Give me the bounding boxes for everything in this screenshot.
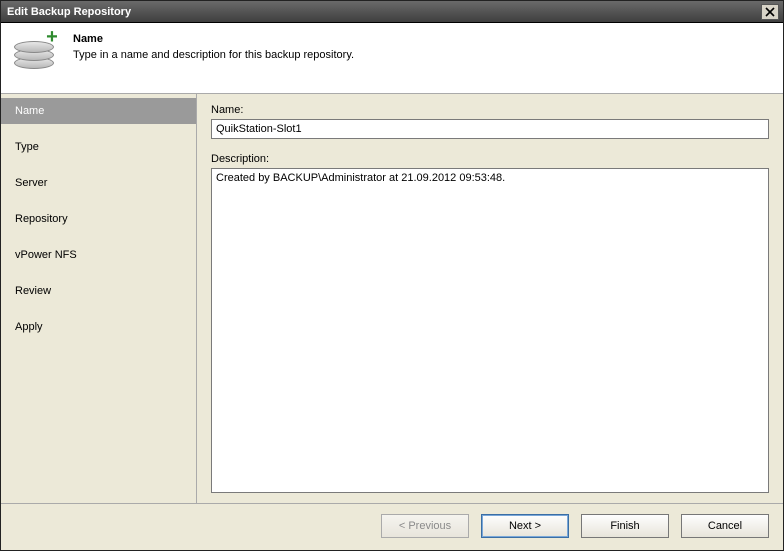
wizard-footer: < Previous Next > Finish Cancel [1,503,783,550]
description-label: Description: [211,153,769,165]
sidebar-item-label: Apply [15,321,43,333]
sidebar-item-server[interactable]: Server [1,170,196,196]
sidebar-item-apply[interactable]: Apply [1,314,196,340]
sidebar-item-label: Review [15,285,51,297]
sidebar-item-label: Type [15,141,39,153]
sidebar-item-type[interactable]: Type [1,134,196,160]
wizard-body: Name Type Server Repository vPower NFS R… [1,94,783,503]
finish-button[interactable]: Finish [581,514,669,538]
name-label: Name: [211,104,769,116]
wizard-header: + Name Type in a name and description fo… [1,23,783,94]
wizard-main-panel: Name: Description: Created by BACKUP\Adm… [197,94,783,503]
description-textarea[interactable]: Created by BACKUP\Administrator at 21.09… [211,168,769,493]
sidebar-item-label: Server [15,177,47,189]
sidebar-item-vpower-nfs[interactable]: vPower NFS [1,242,196,268]
name-input[interactable] [211,119,769,139]
sidebar-item-label: vPower NFS [15,249,77,261]
cancel-button[interactable]: Cancel [681,514,769,538]
sidebar-item-review[interactable]: Review [1,278,196,304]
header-text: Name Type in a name and description for … [73,31,354,79]
close-button[interactable] [761,4,779,20]
wizard-steps-sidebar: Name Type Server Repository vPower NFS R… [1,94,197,503]
header-title: Name [73,33,354,45]
title-bar: Edit Backup Repository [1,1,783,23]
sidebar-item-repository[interactable]: Repository [1,206,196,232]
sidebar-item-name[interactable]: Name [1,98,196,124]
plus-icon: + [43,29,61,47]
sidebar-item-label: Name [15,105,44,117]
next-button[interactable]: Next > [481,514,569,538]
previous-button[interactable]: < Previous [381,514,469,538]
repository-icon: + [11,31,59,79]
close-icon [765,7,775,17]
sidebar-item-label: Repository [15,213,68,225]
dialog-window: Edit Backup Repository + Name Type in a … [0,0,784,551]
window-title: Edit Backup Repository [7,6,761,18]
header-subtitle: Type in a name and description for this … [73,49,354,61]
